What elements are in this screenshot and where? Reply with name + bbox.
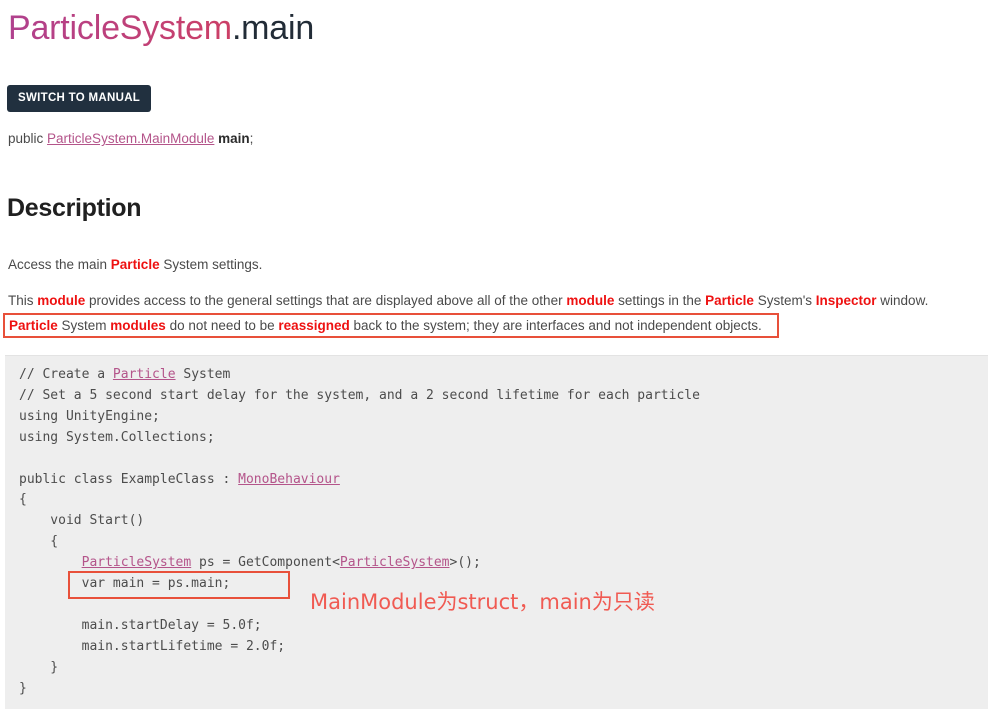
code-line-4: using System.Collections; (19, 429, 215, 445)
paragraph1-text-1: Access the main (8, 256, 111, 272)
code-line-10-mid: ps = GetComponent< (191, 555, 340, 571)
code-example-block: // Create a Particle System // Set a 5 s… (5, 355, 988, 709)
keyword-reassigned: reassigned (278, 318, 350, 333)
code-ref-particlesystem-1[interactable]: ParticleSystem (82, 555, 192, 570)
paragraph2-text-1: This (8, 292, 38, 308)
switch-to-manual-button[interactable]: SWITCH TO MANUAL (7, 85, 152, 112)
code-line-14: main.startLifetime = 2.0f; (19, 638, 286, 654)
note-text-2: do not need to be (165, 318, 279, 333)
signature-modifier: public (8, 131, 44, 146)
code-line-13: main.startDelay = 5.0f; (19, 617, 262, 633)
member-signature: public ParticleSystem.MainModule main; (8, 130, 253, 148)
code-content: // Create a Particle System // Set a 5 s… (5, 365, 988, 700)
code-line-2: // Set a 5 second start delay for the sy… (19, 387, 700, 403)
signature-member-name: main (218, 131, 250, 146)
note-text: Particle System modules do not need to b… (5, 316, 762, 335)
description-paragraph-1: Access the main Particle System settings… (8, 255, 262, 274)
code-line-3: using UnityEngine; (19, 408, 160, 424)
keyword-module-1: module (37, 292, 86, 308)
keyword-inspector: Inspector (815, 292, 877, 308)
paragraph2-text-5: window. (876, 292, 929, 308)
code-line-1-end: System (175, 367, 231, 382)
paragraph2-text-2: provides access to the general settings … (85, 292, 567, 308)
code-line-6-pre: public class ExampleClass : (19, 471, 239, 487)
note-text-1: System (57, 318, 111, 333)
page-title: ParticleSystem.main (8, 8, 314, 48)
description-heading: Description (7, 194, 142, 222)
code-line-9: { (19, 534, 59, 550)
code-line-10-end: >(); (449, 555, 481, 571)
description-paragraph-2: This module provides access to the gener… (8, 291, 928, 310)
keyword-particle-3: Particle (9, 318, 58, 333)
code-ref-particle[interactable]: Particle (113, 367, 176, 382)
keyword-particle-2: Particle (705, 292, 754, 308)
paragraph2-text-3: settings in the (614, 292, 706, 308)
code-line-11-highlighted: var main = ps.main; (19, 576, 231, 592)
keyword-modules: modules (110, 318, 166, 333)
code-line-7: { (19, 492, 27, 508)
paragraph2-text-4: System's (753, 292, 816, 308)
note-text-3: back to the system; they are interfaces … (349, 318, 762, 333)
keyword-module-2: module (566, 292, 615, 308)
keyword-particle: Particle (110, 256, 160, 272)
code-line-1-comment: // Create a (19, 367, 113, 382)
paragraph1-text-2: System settings. (159, 256, 263, 272)
code-line-8: void Start() (19, 513, 145, 529)
highlighted-note-box: Particle System modules do not need to b… (3, 313, 779, 338)
code-line-10-indent (19, 555, 82, 570)
code-line-15: } (19, 659, 59, 675)
code-line-16: } (19, 680, 27, 696)
signature-terminator: ; (249, 131, 254, 146)
page-title-class: ParticleSystem (8, 9, 232, 47)
code-ref-particlesystem-2[interactable]: ParticleSystem (340, 555, 450, 570)
code-ref-monobehaviour[interactable]: MonoBehaviour (238, 472, 340, 487)
chinese-annotation: MainModule为struct，main为只读 (310, 590, 655, 614)
page-title-member: .main (231, 9, 315, 47)
signature-type-link[interactable]: ParticleSystem.MainModule (47, 131, 214, 146)
